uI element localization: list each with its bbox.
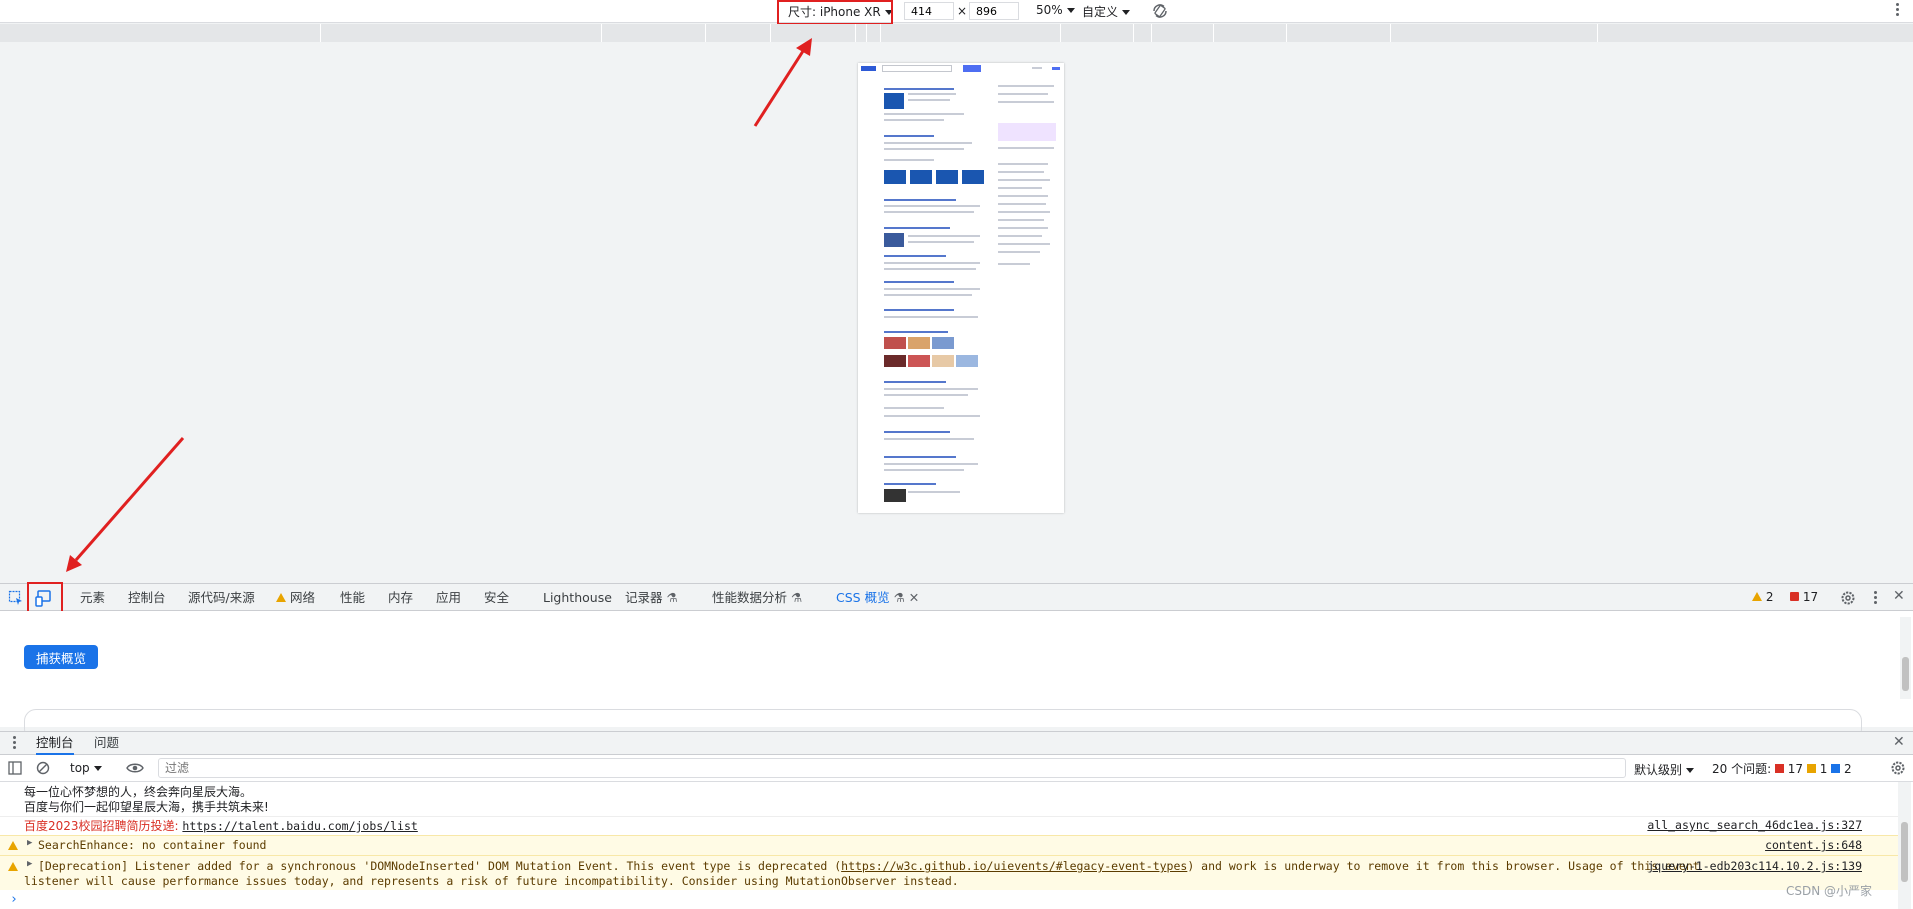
tab-security[interactable]: 安全 (484, 584, 509, 611)
tab-css-overview-label: CSS 概览 (836, 590, 890, 605)
error-icon (1790, 592, 1799, 601)
tab-elements[interactable]: 元素 (80, 584, 105, 611)
console-message-text: 百度2023校园招聘简历投递: (24, 819, 183, 833)
expand-arrow-icon[interactable]: ▶ (27, 838, 32, 848)
console-settings-gear-icon[interactable] (1890, 760, 1906, 776)
source-link[interactable]: content.js:648 (1765, 838, 1862, 852)
more-options-icon[interactable] (1874, 591, 1877, 604)
errors-count: 17 (1802, 590, 1819, 604)
settings-gear-icon[interactable] (1840, 590, 1856, 606)
tab-network-label: 网络 (289, 590, 315, 605)
info-icon (1831, 764, 1841, 773)
capture-overview-button[interactable]: 捕获概览 (24, 645, 98, 669)
source-link[interactable]: all_async_search_46dc1ea.js:327 (1647, 818, 1862, 832)
drawer-menu-icon[interactable] (13, 736, 16, 749)
tab-memory[interactable]: 内存 (388, 584, 413, 611)
console-warning-line: [Deprecation] Listener added for a synch… (38, 859, 1700, 873)
console-output: 每一位心怀梦想的人，终会奔向星辰大海。 百度与你们一起仰望星辰大海，携手共筑未来… (0, 782, 1913, 909)
tab-application[interactable]: 应用 (436, 584, 461, 611)
console-warning: ▶ SearchEnhance: no container found cont… (0, 835, 1900, 855)
console-message: 百度与你们一起仰望星辰大海，携手共筑未来! (24, 798, 1913, 815)
sidebar-toggle-icon[interactable] (8, 761, 22, 775)
warning-icon (8, 841, 18, 850)
warning-icon (8, 862, 18, 871)
inspect-element-icon[interactable] (8, 590, 24, 606)
drawer-tab-issues[interactable]: 问题 (94, 732, 119, 753)
drawer-tab-console[interactable]: 控制台 (36, 732, 74, 755)
experiment-icon: ⚗ (791, 590, 803, 605)
experiment-icon: ⚗ (893, 590, 905, 605)
tab-sources[interactable]: 源代码/来源 (188, 584, 255, 611)
console-toolbar: top 默认级别 20 个问题: 17 1 2 (0, 755, 1913, 782)
tab-css-overview[interactable]: CSS 概览 ⚗ ✕ (824, 584, 932, 613)
warning-icon (1752, 592, 1762, 601)
clear-console-icon[interactable] (36, 761, 50, 775)
filter-input[interactable] (158, 758, 1626, 778)
console-link[interactable]: https://w3c.github.io/uievents/#legacy-e… (841, 859, 1187, 873)
issues-error-count: 17 (1787, 762, 1804, 776)
scrollbar[interactable] (1900, 617, 1911, 699)
tab-recorder-label: 记录器 (625, 590, 663, 605)
issues-info-count: 2 (1844, 762, 1852, 776)
console-warning-text: [Deprecation] Listener added for a synch… (38, 859, 842, 873)
drawer-tab-bar: 控制台 问题 ✕ (0, 731, 1913, 755)
tab-performance-insights-label: 性能数据分析 (712, 590, 788, 605)
tab-recorder[interactable]: 记录器 ⚗ (625, 584, 678, 611)
error-icon (1774, 764, 1784, 773)
warning-icon (276, 593, 286, 602)
console-message-text: 百度与你们一起仰望星辰大海，携手共筑未来! (24, 800, 269, 814)
log-levels-dropdown[interactable]: 默认级别 (1634, 761, 1695, 778)
console-warning-text: SearchEnhance: no container found (38, 838, 267, 852)
experiment-icon: ⚗ (666, 590, 678, 605)
tab-performance-insights[interactable]: 性能数据分析 ⚗ (712, 584, 802, 611)
close-devtools-icon[interactable]: ✕ (1893, 588, 1905, 604)
eye-icon[interactable] (126, 761, 144, 775)
console-message: 百度2023校园招聘简历投递: https://talent.baidu.com… (0, 816, 1900, 835)
errors-counter[interactable]: 17 (1790, 589, 1818, 605)
chevron-down-icon (1686, 768, 1695, 773)
context-selector[interactable]: top (70, 761, 102, 775)
console-scrollbar[interactable] (1898, 782, 1911, 909)
css-overview-panel (0, 611, 1913, 741)
issues-counter[interactable]: 20 个问题: 17 1 2 (1712, 760, 1852, 777)
warnings-counter[interactable]: 2 (1752, 589, 1773, 605)
source-link[interactable]: jquery-1-edb203c114.10.2.js:139 (1647, 859, 1862, 873)
expand-arrow-icon[interactable]: ▶ (27, 859, 32, 869)
warnings-count: 2 (1765, 590, 1774, 604)
console-warning: ▶ [Deprecation] Listener added for a syn… (0, 855, 1900, 890)
tab-network[interactable]: 网络 (276, 584, 315, 611)
prompt-chevron-icon: › (10, 892, 18, 907)
tab-performance[interactable]: 性能 (340, 584, 365, 611)
tab-console[interactable]: 控制台 (128, 584, 166, 611)
issues-label: 20 个问题: (1712, 762, 1772, 776)
devtools-tab-bar: 元素 控制台 源代码/来源 网络 性能 内存 应用 安全 Lighthouse … (0, 583, 1913, 613)
tab-lighthouse[interactable]: Lighthouse (543, 584, 612, 611)
log-levels-label: 默认级别 (1634, 763, 1683, 777)
console-warning-text: ) and work is underway to remove it from… (1187, 859, 1700, 873)
watermark: CSDN @小严家 (1786, 884, 1873, 898)
console-message-text: 每一位心怀梦想的人，终会奔向星辰大海。 (24, 785, 253, 799)
chevron-down-icon (93, 766, 102, 771)
warning-square-icon (1806, 764, 1816, 773)
close-drawer-icon[interactable]: ✕ (1893, 734, 1905, 750)
close-icon[interactable]: ✕ (909, 590, 919, 605)
context-label: top (70, 761, 90, 775)
console-warning-text: listener will cause performance issues t… (24, 874, 959, 888)
issues-warning-count: 1 (1819, 762, 1828, 776)
console-prompt[interactable]: › (10, 892, 1910, 907)
console-link[interactable]: https://talent.baidu.com/jobs/list (182, 819, 417, 833)
